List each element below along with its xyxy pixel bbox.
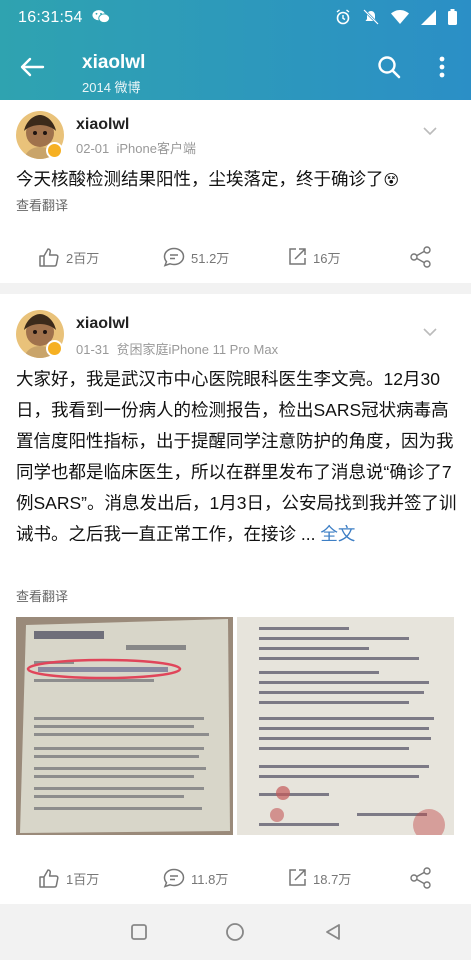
wifi-icon	[391, 9, 409, 24]
post-meta: 02-01 iPhone客户端	[76, 138, 196, 157]
system-nav-bar	[0, 905, 471, 960]
share-icon	[410, 867, 431, 889]
share-icon	[410, 246, 431, 268]
thumbs-up-icon	[39, 869, 59, 888]
search-icon	[378, 56, 401, 79]
post-source: iPhone客户端	[116, 141, 196, 156]
comment-button[interactable]: 51.2万	[163, 246, 229, 268]
circle-icon	[226, 923, 244, 941]
post-actions: 1百万 11.8万 18.7万	[0, 857, 471, 897]
battery-icon	[448, 9, 457, 25]
recent-apps-button[interactable]	[128, 921, 150, 943]
post-card: xiaolwl 01-31 贫困家庭iPhone 11 Pro Max 大家好，…	[0, 294, 471, 904]
chevron-down-icon[interactable]	[421, 122, 439, 140]
post-text: 大家好，我是武汉市中心医院眼科医生李文亮。12月30日，我看到一份病人的检测报告…	[16, 364, 461, 550]
square-icon	[131, 924, 147, 940]
triangle-back-icon	[326, 924, 340, 940]
back-nav-button[interactable]	[322, 921, 344, 943]
repost-icon	[289, 248, 306, 265]
post-actions: 2百万 51.2万 16万	[0, 236, 471, 276]
read-more-link[interactable]: 全文	[320, 524, 355, 544]
nav-title: xiaolwl	[82, 52, 146, 73]
like-count: 1百万	[66, 871, 100, 887]
post-source: 贫困家庭iPhone 11 Pro Max	[116, 342, 279, 357]
comment-icon	[163, 868, 185, 888]
share-button[interactable]	[410, 867, 432, 889]
post-username[interactable]: xiaolwl	[76, 116, 129, 134]
comment-count: 11.8万	[191, 871, 229, 887]
signal-icon	[421, 9, 436, 25]
like-button[interactable]: 1百万	[38, 867, 99, 889]
dizzy-emoji: 😵	[383, 172, 400, 189]
like-count: 2百万	[66, 250, 100, 266]
mute-icon	[363, 9, 379, 25]
thumbs-up-icon	[39, 248, 59, 267]
translate-link[interactable]: 查看翻译	[16, 195, 68, 214]
repost-button[interactable]: 18.7万	[287, 867, 351, 889]
repost-count: 16万	[313, 250, 341, 266]
nav-subtitle: 2014 微博	[82, 80, 141, 95]
back-arrow-icon	[20, 57, 45, 77]
nav-bar: xiaolwl 2014 微博	[0, 34, 471, 100]
post-body: 大家好，我是武汉市中心医院眼科医生李文亮。12月30日，我看到一份病人的检测报告…	[16, 369, 457, 544]
status-time: 16:31:54	[18, 9, 83, 26]
post-photo[interactable]	[237, 617, 454, 835]
post-photo[interactable]	[16, 617, 233, 835]
wechat-icon	[92, 10, 110, 24]
comment-button[interactable]: 11.8万	[163, 867, 228, 889]
alarm-icon	[336, 9, 350, 25]
share-button[interactable]	[410, 246, 432, 268]
like-button[interactable]: 2百万	[38, 246, 99, 268]
post-username[interactable]: xiaolwl	[76, 315, 129, 333]
back-button[interactable]	[14, 49, 50, 85]
more-options-button[interactable]	[432, 52, 452, 82]
comment-icon	[163, 247, 185, 267]
home-button[interactable]	[224, 921, 246, 943]
translate-link[interactable]: 查看翻译	[16, 586, 68, 605]
post-date: 02-01	[76, 141, 110, 156]
app-header: 16:31:54 xiaolwl 2014 微博	[0, 0, 471, 100]
search-button[interactable]	[374, 52, 404, 82]
post-body: 今天核酸检测结果阳性，尘埃落定，终于确诊了	[16, 169, 384, 189]
verified-badge-icon	[46, 340, 63, 357]
post-text: 今天核酸检测结果阳性，尘埃落定，终于确诊了😵	[16, 164, 461, 196]
comment-count: 51.2万	[191, 250, 230, 266]
chevron-down-icon[interactable]	[421, 323, 439, 341]
post-card: xiaolwl 02-01 iPhone客户端 今天核酸检测结果阳性，尘埃落定，…	[0, 100, 471, 283]
verified-badge-icon	[46, 142, 63, 159]
repost-count: 18.7万	[313, 871, 352, 887]
photo-grid	[16, 617, 455, 835]
post-date: 01-31	[76, 342, 110, 357]
repost-icon	[289, 869, 306, 886]
post-meta: 01-31 贫困家庭iPhone 11 Pro Max	[76, 339, 278, 358]
more-vertical-icon	[439, 56, 445, 78]
status-bar: 16:31:54	[0, 0, 471, 34]
repost-button[interactable]: 16万	[287, 246, 340, 268]
